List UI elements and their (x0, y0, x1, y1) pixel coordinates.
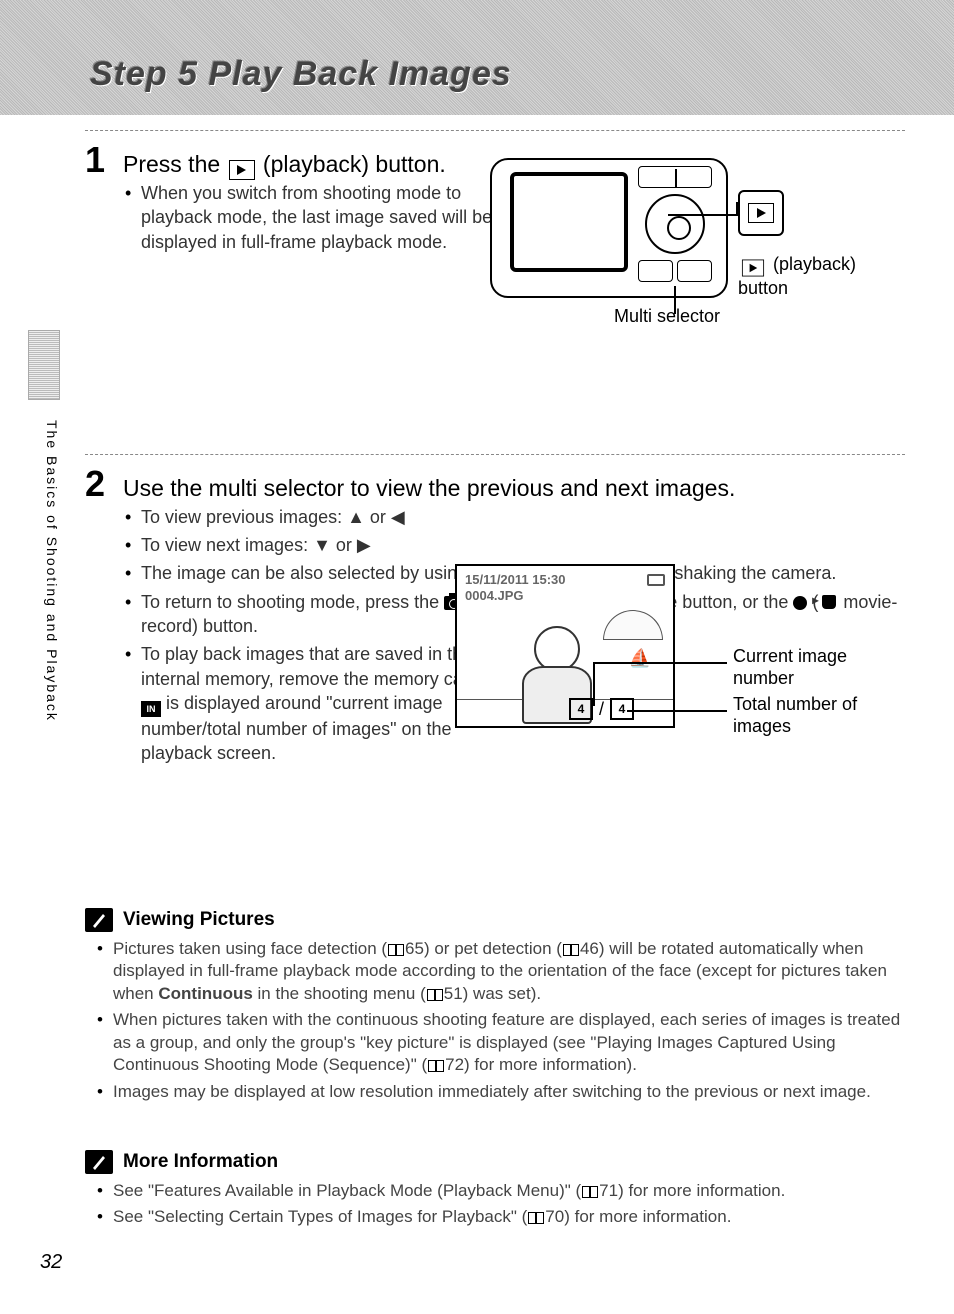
side-chapter-label: The Basics of Shooting and Playback (44, 420, 60, 722)
step-1-bullet-1: When you switch from shooting mode to pl… (141, 181, 513, 254)
viewing-pictures-heading: Viewing Pictures (123, 909, 275, 931)
playback-filename: 0004.JPG (465, 588, 524, 603)
camera-diagram: (playback) button Multi selector (490, 158, 890, 298)
step-2-title: Use the multi selector to view the previ… (123, 475, 735, 502)
page-title: Step 5 Play Back Images (90, 55, 512, 94)
more-bullet-1: See "Features Available in Playback Mode… (113, 1180, 905, 1202)
playback-screen-diagram: 15/11/2011 15:30 0004.JPG ⛵ 4 / 4 Curren… (455, 564, 895, 728)
viewing-bullet-3: Images may be displayed at low resolutio… (113, 1081, 905, 1103)
total-images-box: 4 (610, 698, 634, 720)
page-ref-icon (427, 989, 443, 1001)
viewing-pictures-section: Viewing Pictures Pictures taken using fa… (85, 908, 905, 1107)
viewing-bullet-1: Pictures taken using face detection (65)… (113, 938, 905, 1005)
page-ref-icon (563, 944, 579, 956)
more-bullet-2: See "Selecting Certain Types of Images f… (113, 1206, 905, 1228)
playback-button-callout (738, 190, 784, 236)
page-ref-icon (582, 1186, 598, 1198)
page-ref-icon (528, 1212, 544, 1224)
memory-indicator-icon (647, 574, 665, 586)
current-image-label: Current image number (733, 646, 895, 689)
step-1-title-after: (playback) button. (257, 151, 446, 177)
step-1-title: Press the (playback) button. (123, 151, 446, 180)
viewing-bullet-2: When pictures taken with the continuous … (113, 1009, 905, 1076)
total-images-label: Total number of images (733, 694, 895, 737)
side-tab (28, 330, 60, 400)
step-1-title-before: Press the (123, 151, 227, 177)
page-ref-icon (428, 1060, 444, 1072)
current-image-box: 4 (569, 698, 593, 720)
step-1-number: 1 (85, 139, 123, 181)
playback-icon (742, 260, 764, 277)
more-information-heading: More Information (123, 1151, 278, 1173)
playback-icon (229, 160, 255, 180)
multi-selector-label: Multi selector (614, 306, 720, 327)
page-ref-icon (388, 944, 404, 956)
step-2-number: 2 (85, 463, 123, 505)
note-icon (85, 908, 113, 932)
more-information-section: More Information See "Features Available… (85, 1150, 905, 1233)
internal-memory-icon: IN (141, 701, 161, 717)
divider (85, 454, 905, 455)
playback-date: 15/11/2011 15:30 (465, 572, 566, 587)
step-2-bullet-2: To view next images: ▼ or ▶ (141, 533, 905, 557)
step-2-bullet-5: To play back images that are saved in th… (141, 642, 491, 765)
divider (85, 130, 905, 131)
step-2-bullet-1: To view previous images: ▲ or ◀ (141, 505, 905, 529)
note-icon (85, 1150, 113, 1174)
page-number: 32 (40, 1251, 62, 1274)
playback-button-label: (playback) button (738, 254, 856, 299)
playback-icon (748, 203, 774, 223)
